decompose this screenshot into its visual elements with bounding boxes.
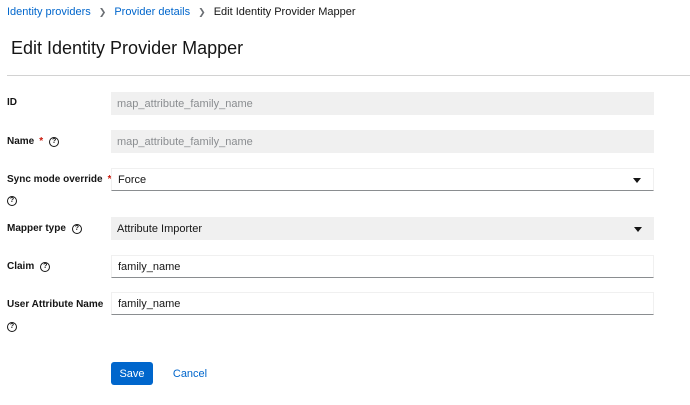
help-icon[interactable]: ? [71,223,82,234]
id-label: ID [7,97,17,108]
name-field: map_attribute_family_name [111,130,654,153]
user-attribute-name-label: User Attribute Name [7,299,104,310]
id-field: map_attribute_family_name [111,92,654,115]
sync-mode-select[interactable]: Force [111,168,654,191]
breadcrumb: Identity providers ❯ Provider details ❯ … [7,4,356,20]
save-button[interactable]: Save [111,362,153,385]
sync-mode-label: Sync mode override * [7,174,112,185]
help-icon[interactable]: ? [40,261,51,272]
header-divider [7,75,690,76]
cancel-button[interactable]: Cancel [166,362,214,385]
breadcrumb-identity-providers-link[interactable]: Identity providers [7,6,91,18]
page-title: Edit Identity Provider Mapper [11,38,244,58]
breadcrumb-current: Edit Identity Provider Mapper [213,6,356,18]
mapper-type-label: Mapper type ? [7,223,82,234]
chevron-right-icon: ❯ [198,6,206,17]
breadcrumb-provider-details-link[interactable]: Provider details [114,6,190,18]
claim-input[interactable]: family_name [111,255,654,278]
name-label: Name * ? [7,136,60,147]
help-icon[interactable]: ? [7,195,17,206]
claim-input-value: family_name [118,260,181,273]
mapper-type-value: Attribute Importer [117,222,202,235]
caret-down-icon [634,226,642,232]
sync-mode-value: Force [118,173,147,186]
caret-down-icon [633,177,641,183]
user-attribute-name-input[interactable]: family_name [111,292,654,315]
user-attribute-name-value: family_name [118,297,181,310]
help-icon[interactable]: ? [49,136,60,147]
chevron-right-icon: ❯ [98,6,107,17]
help-icon[interactable]: ? [7,321,17,332]
mapper-type-select: Attribute Importer [111,217,654,240]
required-indicator: * [39,136,44,147]
claim-label: Claim ? [7,261,51,272]
